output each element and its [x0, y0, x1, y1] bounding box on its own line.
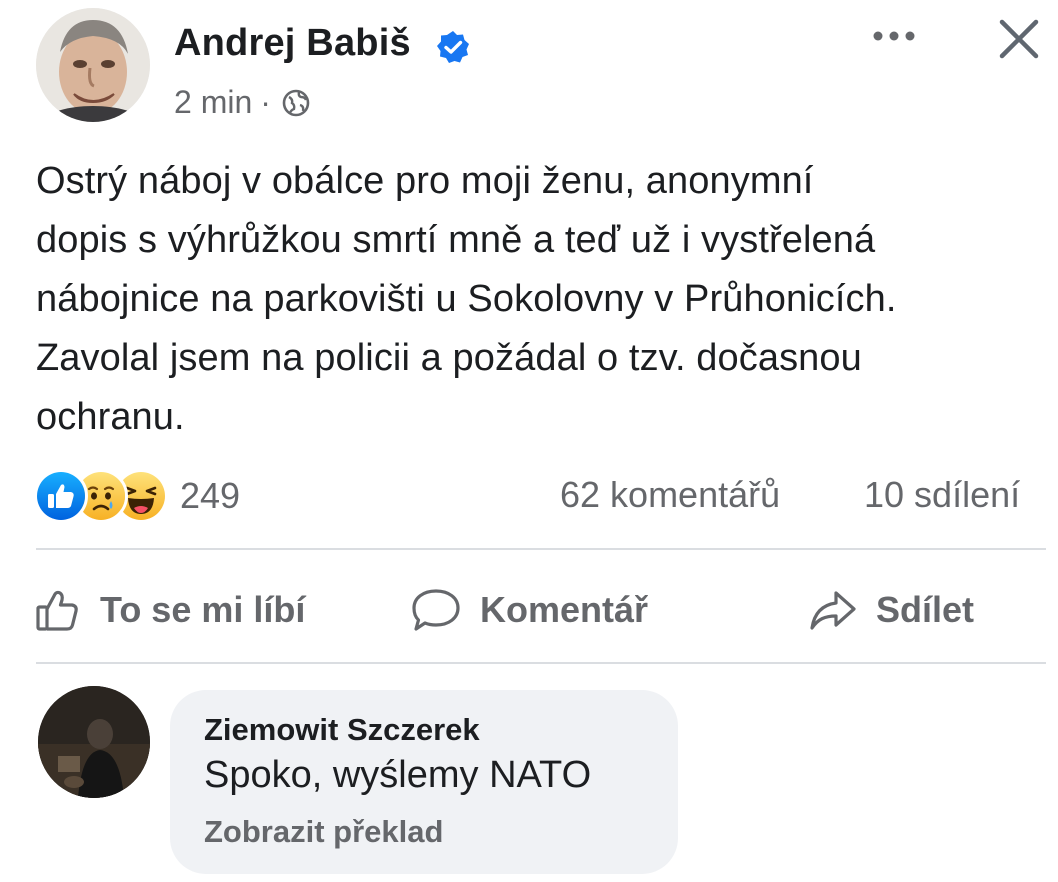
reactions-summary[interactable]: 249 [34, 468, 240, 524]
like-button[interactable]: To se mi líbí [34, 582, 305, 638]
author-avatar[interactable] [36, 8, 150, 122]
meta-separator: · [260, 84, 271, 120]
divider [36, 548, 1046, 550]
more-options-icon[interactable] [868, 24, 920, 48]
author-avatar-image [36, 8, 150, 122]
see-translation-link[interactable]: Zobrazit překlad [204, 814, 443, 850]
post-meta: 2 min · [174, 84, 311, 121]
post-text-line: Ostrý náboj v obálce pro moji ženu, anon… [36, 160, 814, 202]
thumbs-up-icon [36, 590, 78, 631]
comment-bubble: Ziemowit Szczerek Spoko, wyślemy NATO Zo… [170, 690, 678, 874]
shares-count-link[interactable]: 10 sdílení [864, 474, 1020, 516]
comment-button-label: Komentář [480, 589, 649, 630]
comment-bubble-icon [412, 589, 460, 631]
divider [36, 662, 1046, 664]
comment-author[interactable]: Ziemowit Szczerek [204, 712, 480, 748]
share-button[interactable]: Sdílet [808, 582, 974, 638]
commenter-avatar-image [38, 686, 150, 798]
post-text: Ostrý náboj v obálce pro moji ženu, anon… [36, 152, 1046, 447]
close-icon[interactable] [994, 14, 1044, 64]
globe-icon [282, 89, 310, 116]
post-text-line: ochranu. [36, 396, 185, 438]
post-text-line: Zavolal jsem na policii a požádal o tzv.… [36, 337, 862, 379]
post-text-line: nábojnice na parkovišti u Sokolovny v Pr… [36, 278, 897, 320]
share-button-label: Sdílet [876, 589, 975, 630]
verified-badge-icon [437, 31, 469, 63]
commenter-avatar[interactable] [38, 686, 150, 798]
like-button-label: To se mi líbí [100, 589, 306, 630]
post-time[interactable]: 2 min [174, 84, 252, 121]
reaction-count: 249 [180, 475, 241, 516]
share-arrow-icon [810, 591, 856, 630]
like-icon [37, 472, 85, 520]
comments-count-link[interactable]: 62 komentářů [560, 474, 780, 516]
like-reaction [34, 469, 88, 523]
author-name[interactable]: Andrej Babiš [174, 22, 411, 65]
comment-button[interactable]: Komentář [410, 582, 648, 638]
facebook-post: Andrej Babiš 2 min · Ostrý náboj v obálc… [0, 0, 1058, 882]
comment-text: Spoko, wyślemy NATO [204, 754, 592, 796]
post-text-line: dopis s výhrůžkou smrtí mně a teď už i v… [36, 219, 876, 261]
